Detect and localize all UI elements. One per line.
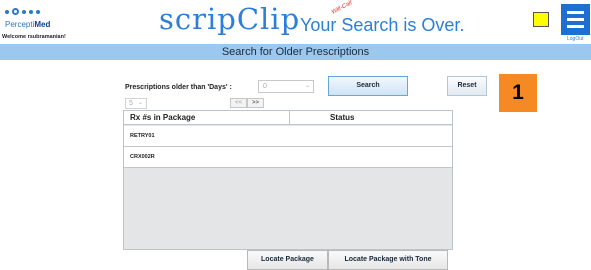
will-call-stamp: Will-Call xyxy=(330,0,354,16)
reset-button[interactable]: Reset xyxy=(447,76,487,96)
package-table: Rx #s in Package Status RETRY01 CRX002R xyxy=(123,110,453,250)
locate-package-button[interactable]: Locate Package xyxy=(247,250,328,270)
column-header-status[interactable]: Status xyxy=(330,113,354,122)
logo-wordmark: PerceptiMed xyxy=(5,20,51,29)
menu-button[interactable] xyxy=(561,4,590,35)
page-size-value: 5 xyxy=(129,100,133,107)
days-value: 0 xyxy=(263,83,267,90)
table-row[interactable]: CRX002R xyxy=(124,147,452,168)
previous-page-button[interactable]: << xyxy=(230,98,247,108)
search-button[interactable]: Search xyxy=(328,76,408,96)
rx-cell: RETRY01 xyxy=(130,133,155,139)
locate-package-with-tone-button[interactable]: Locate Package with Tone xyxy=(328,250,448,270)
page-size-select[interactable]: 5 ⌄ xyxy=(125,98,147,109)
logout-link[interactable]: LogOut xyxy=(567,36,583,42)
brand: scripClip Your Search is Over. Will-Call xyxy=(159,0,464,36)
header: PerceptiMed Welcome rsubramanian! scripC… xyxy=(0,0,591,44)
days-label: Prescriptions older than 'Days' : xyxy=(125,84,232,91)
tagline: Your Search is Over. xyxy=(300,15,465,35)
next-page-button[interactable]: >> xyxy=(247,98,264,108)
status-indicator[interactable] xyxy=(533,12,549,27)
app-name: scripClip xyxy=(159,2,301,36)
perceptimed-logo: PerceptiMed xyxy=(2,4,82,34)
step-callout-badge: 1 xyxy=(499,74,537,112)
table-header: Rx #s in Package Status xyxy=(124,111,452,125)
welcome-text: Welcome rsubramanian! xyxy=(2,34,66,40)
page-title: Search for Older Prescriptions xyxy=(0,44,591,60)
hamburger-icon xyxy=(567,11,584,14)
days-select[interactable]: 0 ⌄ xyxy=(258,80,314,93)
chevron-down-icon: ⌄ xyxy=(137,100,143,106)
table-row[interactable]: RETRY01 xyxy=(124,126,452,147)
rx-cell: CRX002R xyxy=(130,154,155,160)
column-divider xyxy=(289,111,290,125)
chevron-down-icon: ⌄ xyxy=(304,83,310,89)
app-window: PerceptiMed Welcome rsubramanian! scripC… xyxy=(0,0,591,270)
column-header-rx[interactable]: Rx #s in Package xyxy=(130,113,195,122)
